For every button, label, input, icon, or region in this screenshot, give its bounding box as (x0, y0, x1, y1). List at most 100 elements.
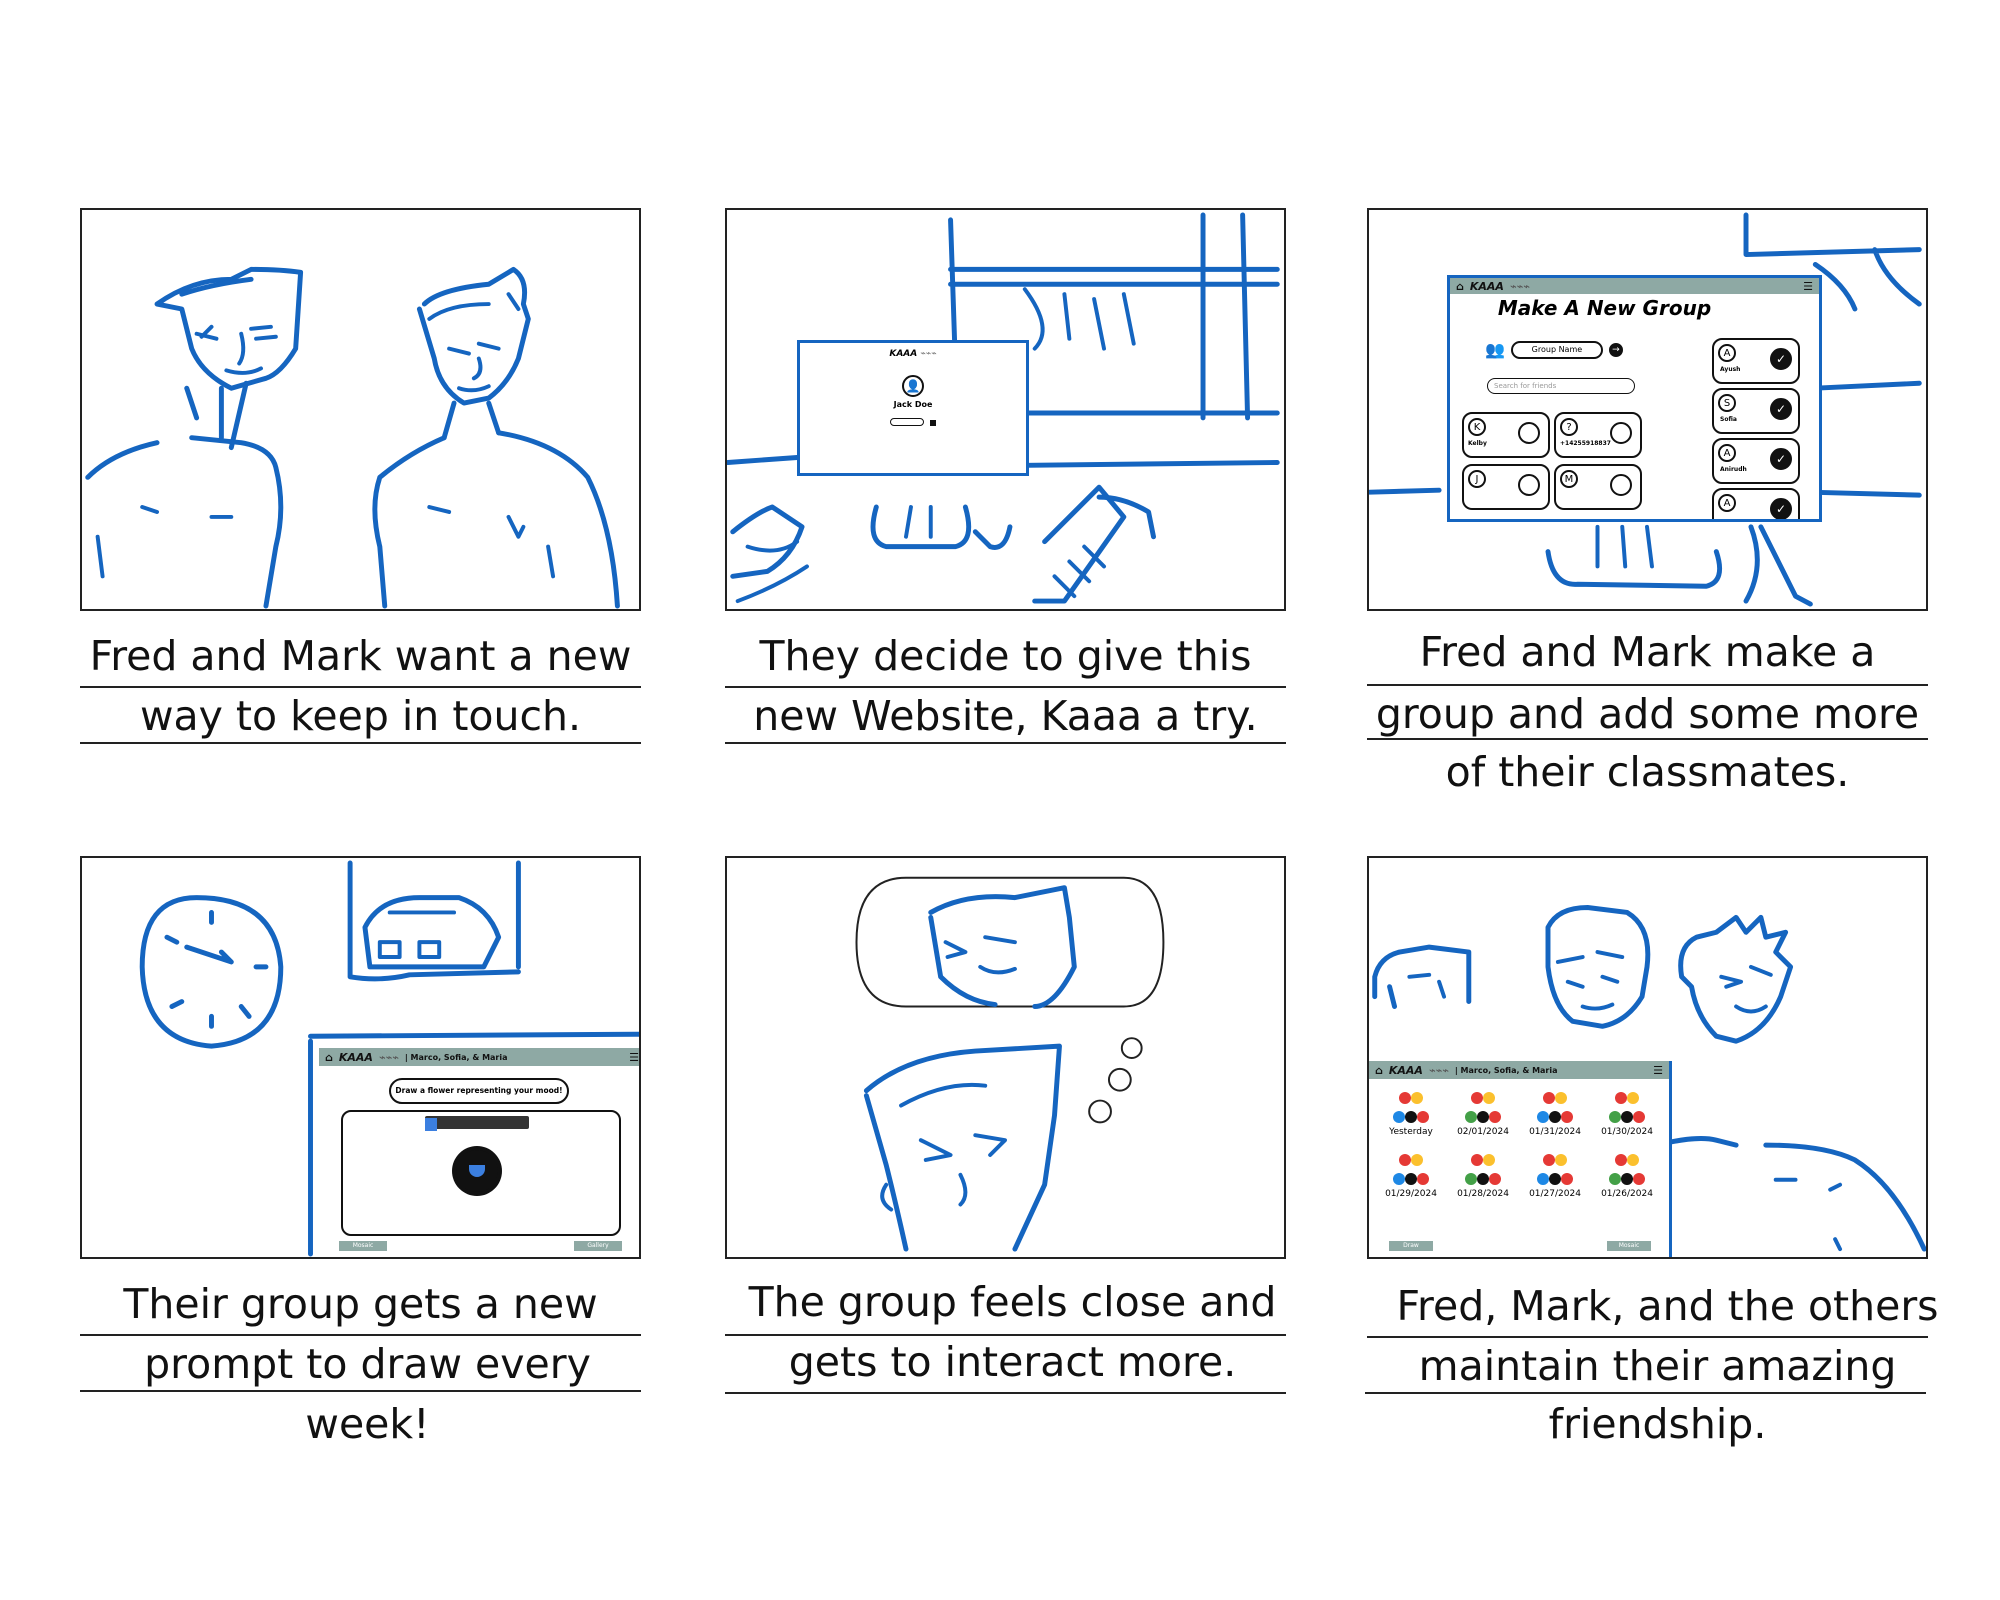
flower-center (469, 1165, 485, 1177)
flower-thumbnails (1447, 1089, 1519, 1127)
gallery-grid: Yesterday 02/01/2024 01/31/2024 01/30/20… (1375, 1089, 1665, 1199)
hamburger-menu-icon[interactable]: ☰ (629, 1051, 639, 1064)
gallery-button[interactable]: Gallery (574, 1241, 622, 1251)
checkmark-icon[interactable]: ✓ (1770, 448, 1792, 470)
select-checkbox[interactable] (1518, 422, 1540, 444)
pointer-tool-icon[interactable] (425, 1118, 437, 1131)
selected-friend-card[interactable]: A ✓ (1712, 488, 1800, 519)
home-icon[interactable]: ⌂ (325, 1051, 333, 1064)
caption-6-line-2: maintain their amazing (1418, 1342, 1897, 1390)
gallery-date: 01/31/2024 (1529, 1127, 1581, 1137)
gallery-item[interactable]: Yesterday (1375, 1089, 1447, 1137)
mosaic-button[interactable]: Mosaic (1607, 1241, 1651, 1251)
mosaic-button[interactable]: Mosaic (339, 1241, 387, 1251)
friend-card[interactable]: M (1554, 464, 1642, 510)
friend-card[interactable]: J (1462, 464, 1550, 510)
hamburger-menu-icon[interactable]: ☰ (1653, 1064, 1663, 1077)
gallery-date: 01/30/2024 (1601, 1127, 1653, 1137)
gallery-button-label: Gallery (587, 1242, 609, 1249)
caption-6-line-1: Fred, Mark, and the others (1396, 1282, 1939, 1330)
group-members-label: | Marco, Sofia, & Maria (404, 1052, 508, 1062)
search-placeholder: Search for friends (1494, 382, 1557, 390)
caption-underline (1367, 738, 1928, 740)
drawing-toolbar[interactable] (425, 1116, 529, 1131)
gallery-date: Yesterday (1389, 1127, 1433, 1137)
caption-4-line-1: Their group gets a new (123, 1280, 598, 1328)
select-checkbox[interactable] (1610, 422, 1632, 444)
panel-4: ⌂ KAAA ⌁⌁⌁ | Marco, Sofia, & Maria ☰ Dra… (80, 856, 641, 1259)
page-title: Make A New Group (1497, 296, 1712, 320)
friend-avatar: A (1718, 444, 1736, 462)
friend-search-input[interactable]: Search for friends (1487, 378, 1635, 394)
flower-drawing (456, 1150, 498, 1192)
friend-avatar: A (1718, 494, 1736, 512)
selected-friend-card[interactable]: A Ayush ✓ (1712, 338, 1800, 384)
prompt-banner: Draw a flower representing your mood! (389, 1078, 569, 1104)
friend-avatar-icon: ? (1560, 418, 1578, 436)
friend-name: Kelby (1468, 440, 1487, 447)
group-name-placeholder: Group Name (1531, 344, 1583, 354)
user-name-label: Jack Doe (893, 400, 933, 409)
friend-avatar: S (1718, 394, 1736, 412)
caption-2-line-2: new Website, Kaaa a try. (753, 692, 1258, 740)
arrow-right-icon[interactable]: → (1608, 342, 1623, 357)
caption-6-line-3: friendship. (1548, 1400, 1767, 1448)
gallery-item[interactable]: 01/27/2024 (1519, 1151, 1591, 1199)
checkmark-icon[interactable]: ✓ (1770, 498, 1792, 519)
gallery-date: 01/27/2024 (1529, 1189, 1581, 1199)
friend-name: Sofia (1720, 416, 1737, 423)
user-avatar-icon: 👤 (902, 375, 924, 397)
caption-3-line-2: group and add some more (1375, 690, 1920, 738)
panel-1 (80, 208, 641, 611)
selected-friend-card[interactable]: S Sofia ✓ (1712, 388, 1800, 434)
gallery-date: 01/28/2024 (1457, 1189, 1509, 1199)
friend-avatar: A (1718, 344, 1736, 362)
home-icon[interactable]: ⌂ (1456, 280, 1464, 293)
friend-card[interactable]: ? +14255918837 (1554, 412, 1642, 458)
panel-2: KAAA ⌁⌁⌁ 👤 Jack Doe (725, 208, 1286, 611)
drawing-canvas[interactable] (341, 1110, 621, 1236)
flower-thumbnails (1519, 1089, 1591, 1127)
select-checkbox[interactable] (1518, 474, 1540, 496)
brand-logo: KAAA (889, 349, 918, 359)
caption-1-line-2: way to keep in touch. (139, 692, 582, 740)
caption-1-line-1: Fred and Mark want a new (89, 632, 632, 680)
gallery-item[interactable]: 01/31/2024 (1519, 1089, 1591, 1137)
gallery-item[interactable]: 01/30/2024 (1591, 1089, 1663, 1137)
gallery-date: 01/26/2024 (1601, 1189, 1653, 1199)
password-field[interactable] (890, 418, 925, 426)
gallery-item[interactable]: 01/26/2024 (1591, 1151, 1663, 1199)
friend-name: Anirudh (1720, 466, 1747, 473)
selected-friend-card[interactable]: A Anirudh ✓ (1712, 438, 1800, 484)
flower-thumbnails (1591, 1089, 1663, 1127)
group-people-icon: 👥 (1485, 340, 1505, 359)
caption-5-line-1: The group feels close and (748, 1278, 1277, 1326)
new-group-screen-mockup: ⌂ KAAA ⌁⌁⌁ ☰ Make A New Group 👥 Group Na… (1447, 275, 1822, 522)
draw-button-label: Draw (1403, 1242, 1419, 1249)
brand-logo: KAAA (1388, 1063, 1423, 1077)
gallery-item[interactable]: 02/01/2024 (1447, 1089, 1519, 1137)
hamburger-menu-icon[interactable]: ☰ (1803, 280, 1813, 293)
friend-avatar: J (1468, 470, 1486, 488)
gallery-item[interactable]: 01/29/2024 (1375, 1151, 1447, 1199)
friend-name: Ayush (1720, 366, 1741, 373)
home-icon[interactable]: ⌂ (1375, 1064, 1383, 1077)
login-screen-mockup: KAAA ⌁⌁⌁ 👤 Jack Doe (797, 340, 1029, 476)
caption-underline (725, 1392, 1286, 1394)
group-name-input[interactable]: Group Name (1510, 340, 1603, 359)
gallery-item[interactable]: 01/28/2024 (1447, 1151, 1519, 1199)
draw-button[interactable]: Draw (1389, 1241, 1433, 1251)
group-members-label: | Marco, Sofia, & Maria (1454, 1065, 1558, 1075)
gallery-date: 01/29/2024 (1385, 1189, 1437, 1199)
flower-thumbnails (1375, 1151, 1447, 1189)
caption-4-line-2: prompt to draw every week! (144, 1340, 591, 1448)
friend-card[interactable]: K Kelby (1462, 412, 1550, 458)
thinking-friend-sketch (855, 876, 1165, 1252)
friend-avatar: M (1560, 470, 1578, 488)
caption-3-line-3: of their classmates. (1445, 748, 1850, 796)
checkmark-icon[interactable]: ✓ (1770, 398, 1792, 420)
select-checkbox[interactable] (1610, 474, 1632, 496)
checkmark-icon[interactable]: ✓ (1770, 348, 1792, 370)
login-arrow-button[interactable] (929, 420, 936, 426)
flower-thumbnails (1375, 1089, 1447, 1127)
